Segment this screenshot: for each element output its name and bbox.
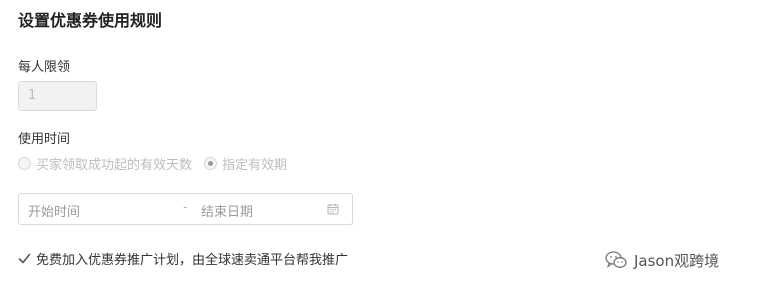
radio-option-specified-period[interactable]: 指定有效期 [204, 154, 287, 173]
radio-option-valid-days[interactable]: 买家领取成功起的有效天数 [18, 154, 192, 173]
usage-time-label: 使用时间 [18, 132, 71, 147]
date-range-picker[interactable]: 开始时间 - 结束日期 [18, 193, 353, 225]
radio-option-valid-days-label: 买家领取成功起的有效天数 [36, 157, 193, 173]
end-date-input[interactable]: 结束日期 [201, 201, 253, 220]
promotion-plan-label: 免费加入优惠券推广计划，由全球速卖通平台帮我推广 [36, 252, 349, 268]
promotion-plan-checkbox-row[interactable]: 免费加入优惠券推广计划，由全球速卖通平台帮我推广 [18, 248, 348, 268]
usage-time-radio-group: 买家领取成功起的有效天数 指定有效期 [18, 153, 299, 173]
wechat-logo-icon [605, 251, 627, 268]
per-person-limit-label: 每人限领 [18, 60, 71, 75]
radio-option-specified-period-label: 指定有效期 [222, 157, 288, 173]
checkmark-icon[interactable] [18, 252, 31, 265]
watermark-text: Jason观跨境 [634, 251, 720, 270]
page-title: 设置优惠券使用规则 [18, 11, 163, 30]
start-date-input[interactable]: 开始时间 [28, 201, 80, 220]
date-range-separator: - [183, 200, 188, 215]
watermark: Jason观跨境 [604, 248, 719, 272]
calendar-icon[interactable] [327, 203, 339, 215]
per-person-limit-input: 1 [18, 81, 97, 111]
radio-unchecked-icon[interactable] [18, 156, 31, 170]
radio-checked-icon[interactable] [204, 156, 218, 170]
